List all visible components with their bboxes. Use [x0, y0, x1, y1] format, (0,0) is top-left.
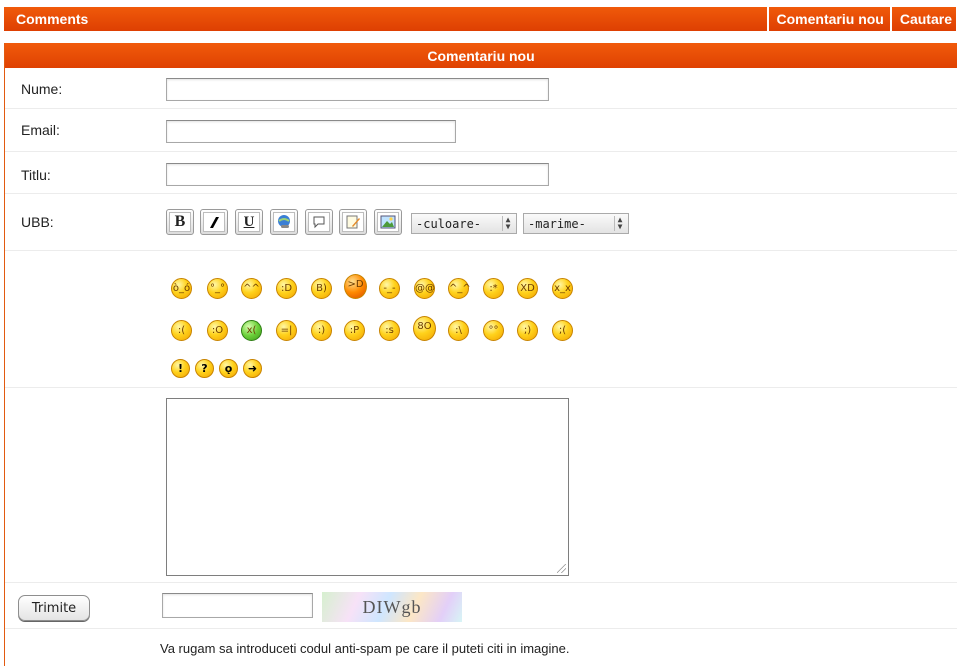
bold-button[interactable]: B [166, 209, 194, 235]
blush-smiley-icon[interactable]: ^^ [241, 278, 262, 299]
submit-row [5, 583, 957, 629]
email-input[interactable] [166, 120, 456, 143]
sick-smiley-icon[interactable]: x( [241, 320, 262, 341]
submit-button[interactable]: Trimite [18, 595, 90, 621]
top-navigation-bar: Comments Comentariu nou Cautare [4, 7, 956, 31]
kiss-smiley-icon[interactable]: :* [483, 278, 504, 299]
smileys-row [5, 251, 957, 388]
arrow-icon[interactable]: ➜ [243, 359, 262, 378]
title-input[interactable] [166, 163, 549, 186]
sleepy-smiley-icon[interactable]: -_- [379, 278, 400, 299]
link-button[interactable] [270, 209, 298, 235]
captcha-hint: Va rugam sa introduceti codul anti-spam … [160, 641, 570, 656]
dizzy-smiley-icon[interactable]: @@ [414, 278, 435, 299]
image-icon [377, 212, 399, 232]
form-header: Comentariu nou [5, 43, 957, 68]
neutral-smiley-icon[interactable]: =| [276, 320, 297, 341]
underline-button[interactable]: U [235, 209, 263, 235]
captcha-text: DIWgb [362, 596, 422, 617]
angry-smiley-icon[interactable]: ò_ó [171, 278, 192, 299]
exclamation-icon[interactable]: ! [171, 359, 190, 378]
question-icon[interactable]: ? [195, 359, 214, 378]
captcha-image: DIWgb [322, 592, 462, 622]
title-label: Titlu: [21, 167, 51, 183]
sad-smiley-icon[interactable]: :( [171, 320, 192, 341]
italic-button[interactable] [200, 209, 228, 235]
italic-icon [203, 212, 225, 232]
image-button[interactable] [374, 209, 402, 235]
devil-smiley-icon[interactable]: >D [344, 274, 367, 299]
laugh-smiley-icon[interactable]: XD [517, 278, 538, 299]
size-select[interactable]: -marime- ▲ ▼ [523, 213, 629, 234]
tongue-smiley-icon[interactable]: :P [344, 320, 365, 341]
resize-handle-icon[interactable] [557, 564, 566, 573]
grin-smiley-icon[interactable]: :D [276, 278, 297, 299]
hmm-smiley-icon[interactable]: :\ [448, 320, 469, 341]
idea-icon[interactable]: ǫ [219, 359, 238, 378]
x-eyes-smiley-icon[interactable]: x_x [552, 278, 573, 299]
top-links: Comentariu nou Cautare [766, 7, 956, 31]
email-row [5, 109, 957, 152]
silly-smiley-icon[interactable]: :s [379, 320, 400, 341]
edit-icon [342, 212, 364, 232]
smile-smiley-icon[interactable]: :) [311, 320, 332, 341]
email-label: Email: [21, 122, 60, 138]
cry-smiley-icon[interactable]: ;( [552, 320, 573, 341]
wink-smiley-icon[interactable]: ;) [517, 320, 538, 341]
surprised-smiley-icon[interactable]: 8O [413, 316, 436, 341]
edit-button[interactable] [339, 209, 367, 235]
rolleyes-smiley-icon[interactable]: °° [483, 320, 504, 341]
quote-icon [308, 212, 330, 232]
site-title[interactable]: Comments [16, 11, 88, 27]
happy-smiley-icon[interactable]: ^_^ [448, 278, 471, 299]
select-arrows-icon: ▲ ▼ [502, 216, 513, 231]
ubb-label: UBB: [21, 214, 54, 230]
comment-form-panel: Comentariu nou Nume: Email: Titlu: UBB: … [4, 43, 957, 666]
name-label: Nume: [21, 81, 63, 97]
name-input[interactable] [166, 78, 549, 101]
quote-button[interactable] [305, 209, 333, 235]
confused-smiley-icon[interactable]: °_° [207, 278, 228, 299]
cool-smiley-icon[interactable]: B) [311, 278, 332, 299]
new-comment-link[interactable]: Comentariu nou [766, 7, 890, 31]
select-arrows-icon: ▲ ▼ [614, 216, 625, 231]
color-select[interactable]: -culoare- ▲ ▼ [411, 213, 517, 234]
search-link[interactable]: Cautare [889, 7, 956, 31]
captcha-input[interactable] [162, 593, 313, 618]
link-icon [273, 212, 295, 232]
message-textarea[interactable] [166, 398, 569, 576]
shocked-smiley-icon[interactable]: :O [207, 320, 228, 341]
